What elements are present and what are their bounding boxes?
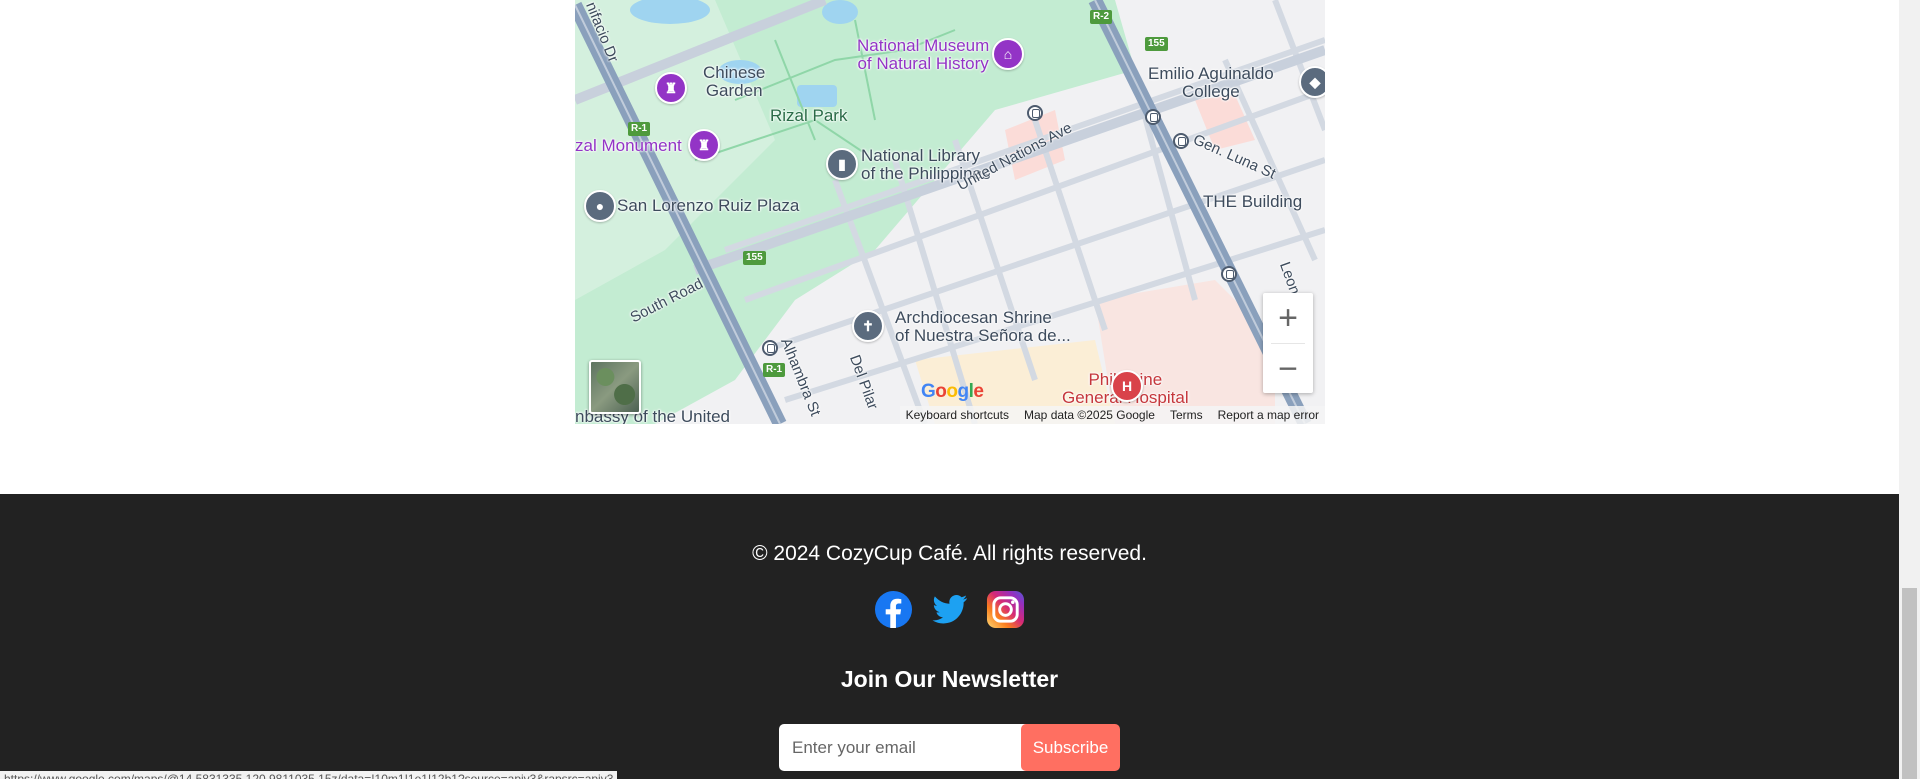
road-shield-r1: R-1 — [628, 122, 651, 136]
map-label-chinese-garden: Chinese Garden — [703, 63, 766, 100]
map-label-natural-history: National Museum of Natural History — [857, 36, 990, 73]
road-shield-155: 155 — [743, 251, 766, 265]
map-label-san-lorenzo: San Lorenzo Ruiz Plaza — [617, 196, 800, 215]
transit-station-icon[interactable] — [1145, 109, 1161, 125]
status-bar-url: https://www.google.com/maps/@14.5831335,… — [0, 771, 618, 779]
site-footer: © 2024 CozyCup Café. All rights reserved… — [0, 494, 1899, 779]
google-logo-letter: g — [957, 381, 970, 402]
instagram-icon[interactable] — [986, 590, 1025, 629]
google-logo-letter: G — [921, 381, 936, 402]
museum-pin-icon[interactable]: ⌂ — [992, 38, 1024, 70]
report-map-error-link[interactable]: Report a map error — [1218, 408, 1319, 422]
zoom-control: + − — [1263, 293, 1313, 393]
twitter-icon[interactable] — [930, 590, 969, 629]
google-logo-letter: o — [935, 381, 947, 402]
zoom-out-button[interactable]: − — [1263, 344, 1313, 394]
email-field[interactable] — [779, 724, 1033, 771]
library-pin-icon[interactable]: ▮ — [826, 148, 858, 180]
map-label-rizal-monument: zal Monument — [575, 136, 682, 155]
map-attribution: Keyboard shortcuts Map data ©2025 Google… — [899, 406, 1325, 424]
transit-station-icon[interactable] — [1173, 133, 1189, 149]
map-label-the-building: THE Building — [1203, 192, 1303, 211]
transit-station-icon[interactable] — [1027, 105, 1043, 121]
landmark-pin-icon[interactable]: ♜ — [688, 129, 720, 161]
hospital-pin-icon[interactable]: H — [1111, 370, 1143, 402]
google-logo-letter: e — [973, 381, 984, 402]
transit-station-icon[interactable] — [762, 340, 778, 356]
landmark-pin-icon[interactable]: ♜ — [655, 72, 687, 104]
location-map[interactable]: National Museum of Natural History Chine… — [575, 0, 1325, 424]
map-label-emilio-aguinaldo: Emilio Aguinaldo College — [1148, 64, 1274, 101]
keyboard-shortcuts-link[interactable]: Keyboard shortcuts — [906, 408, 1009, 422]
facebook-icon[interactable] — [874, 590, 913, 629]
map-data-text: Map data ©2025 Google — [1024, 408, 1155, 422]
satellite-layer-toggle[interactable] — [589, 360, 641, 414]
transit-station-icon[interactable] — [1221, 266, 1237, 282]
page-scrollbar[interactable] — [1899, 0, 1920, 779]
newsletter-title: Join Our Newsletter — [840, 666, 1059, 692]
map-label-rizal-park: Rizal Park — [770, 106, 848, 125]
copyright-text: © 2024 CozyCup Café. All rights reserved… — [752, 542, 1147, 565]
zoom-in-button[interactable]: + — [1263, 293, 1313, 343]
map-label-archdiocesan-shrine: Archdiocesan Shrine of Nuestra Señora de… — [895, 308, 1071, 345]
scrollbar-thumb[interactable] — [1902, 588, 1917, 779]
terms-link[interactable]: Terms — [1170, 408, 1203, 422]
school-pin-icon[interactable]: ◆ — [1299, 66, 1325, 98]
google-logo-letter: o — [946, 381, 958, 402]
google-logo: Google — [921, 381, 984, 403]
social-links — [874, 590, 1025, 629]
road-shield-r2: R-2 — [1090, 10, 1113, 24]
subscribe-button[interactable]: Subscribe — [1021, 724, 1120, 771]
church-pin-icon[interactable]: ✝ — [852, 310, 884, 342]
road-shield-r1: R-1 — [763, 363, 786, 377]
road-shield-155: 155 — [1145, 37, 1168, 51]
plaza-pin-icon[interactable]: ● — [584, 190, 616, 222]
